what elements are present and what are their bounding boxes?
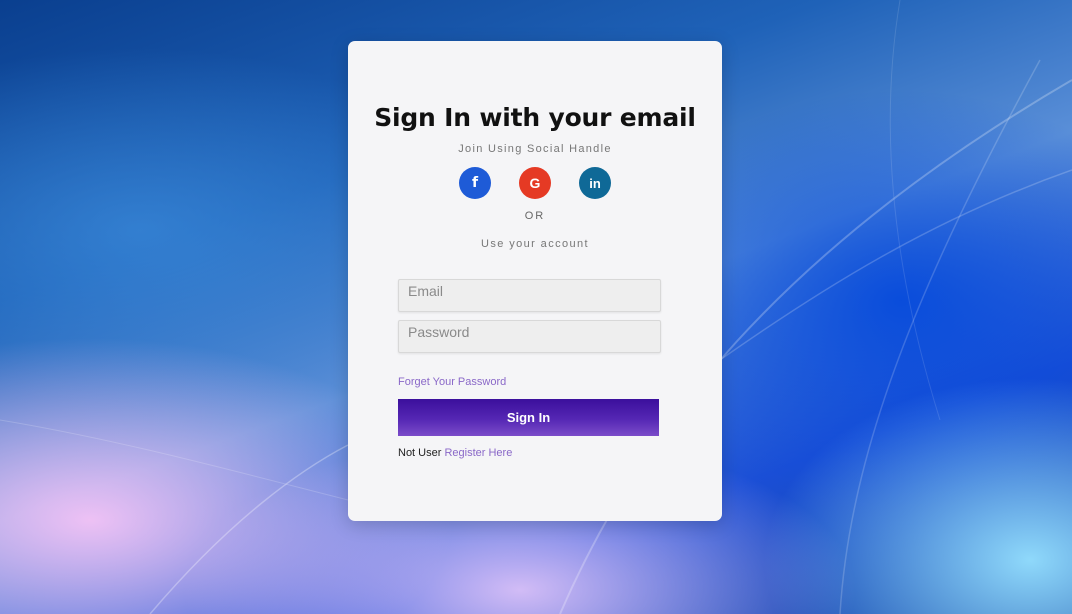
password-input[interactable] xyxy=(398,320,661,353)
google-button[interactable]: G xyxy=(519,167,551,199)
register-prompt: Not User Register Here xyxy=(398,447,512,459)
email-input[interactable] xyxy=(398,279,661,312)
social-subtitle: Join Using Social Handle xyxy=(458,143,612,155)
not-user-text: Not User xyxy=(398,447,442,459)
forget-password-link[interactable]: Forget Your Password xyxy=(398,376,506,388)
card-title: Sign In with your email xyxy=(374,103,696,132)
facebook-button[interactable]: f xyxy=(459,167,491,199)
social-buttons: f G in xyxy=(348,167,722,199)
use-account-label: Use your account xyxy=(481,238,589,250)
facebook-icon: f xyxy=(471,175,479,191)
google-icon: G xyxy=(529,175,541,191)
register-link[interactable]: Register Here xyxy=(444,447,512,459)
signin-button[interactable]: Sign In xyxy=(398,399,659,436)
linkedin-button[interactable]: in xyxy=(579,167,611,199)
signin-card: Sign In with your email Join Using Socia… xyxy=(348,41,722,521)
linkedin-icon: in xyxy=(589,175,601,191)
or-divider: OR xyxy=(524,210,546,222)
